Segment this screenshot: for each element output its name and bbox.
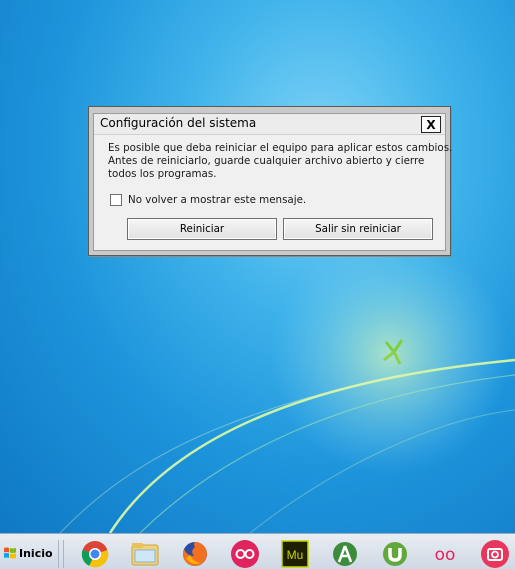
message-line: Antes de reiniciarlo, guarde cualquier a… bbox=[108, 155, 425, 167]
exit-without-restart-button[interactable]: Salir sin reiniciar bbox=[283, 218, 433, 240]
system-config-dialog: Configuración del sistema X Es posible q… bbox=[88, 106, 453, 256]
dont-show-again-label[interactable]: No volver a mostrar este mensaje. bbox=[128, 194, 306, 206]
camera-icon[interactable] bbox=[480, 539, 510, 569]
start-label: Inicio bbox=[19, 546, 53, 560]
desktop bbox=[0, 0, 515, 533]
flickr-icon-2[interactable]: oo bbox=[430, 539, 460, 569]
dont-show-again-checkbox[interactable] bbox=[110, 194, 122, 206]
message-line: todos los programas. bbox=[108, 168, 217, 180]
close-button[interactable]: X bbox=[421, 116, 441, 133]
svg-text:oo: oo bbox=[435, 545, 456, 565]
start-button[interactable]: Inicio bbox=[0, 540, 54, 566]
restart-button[interactable]: Reiniciar bbox=[127, 218, 277, 240]
firefox-icon[interactable] bbox=[180, 539, 210, 569]
adobe-muse-icon[interactable]: Mu bbox=[280, 539, 310, 569]
wallpaper bbox=[59, 235, 515, 533]
dialog-title: Configuración del sistema bbox=[100, 116, 257, 130]
taskbar-separator bbox=[63, 540, 64, 568]
dialog-titlebar[interactable]: Configuración del sistema X bbox=[94, 114, 445, 135]
svg-text:Mu: Mu bbox=[287, 548, 304, 562]
flickr-icon[interactable] bbox=[230, 539, 260, 569]
file-explorer-icon[interactable] bbox=[130, 539, 160, 569]
taskbar: Inicio Mu oo bbox=[0, 533, 515, 569]
dialog-body: Configuración del sistema X Es posible q… bbox=[93, 113, 453, 251]
close-icon: X bbox=[426, 117, 436, 132]
android-studio-icon[interactable] bbox=[330, 539, 360, 569]
dialog-message: Es posible que deba reiniciar el equipo … bbox=[108, 142, 453, 181]
windows-logo-icon bbox=[3, 546, 17, 560]
taskbar-separator bbox=[58, 540, 59, 568]
chrome-icon[interactable] bbox=[80, 539, 110, 569]
dont-show-again-row[interactable]: No volver a mostrar este mensaje. bbox=[110, 194, 306, 206]
message-line: Es posible que deba reiniciar el equipo … bbox=[108, 142, 453, 154]
utorrent-icon[interactable] bbox=[380, 539, 410, 569]
